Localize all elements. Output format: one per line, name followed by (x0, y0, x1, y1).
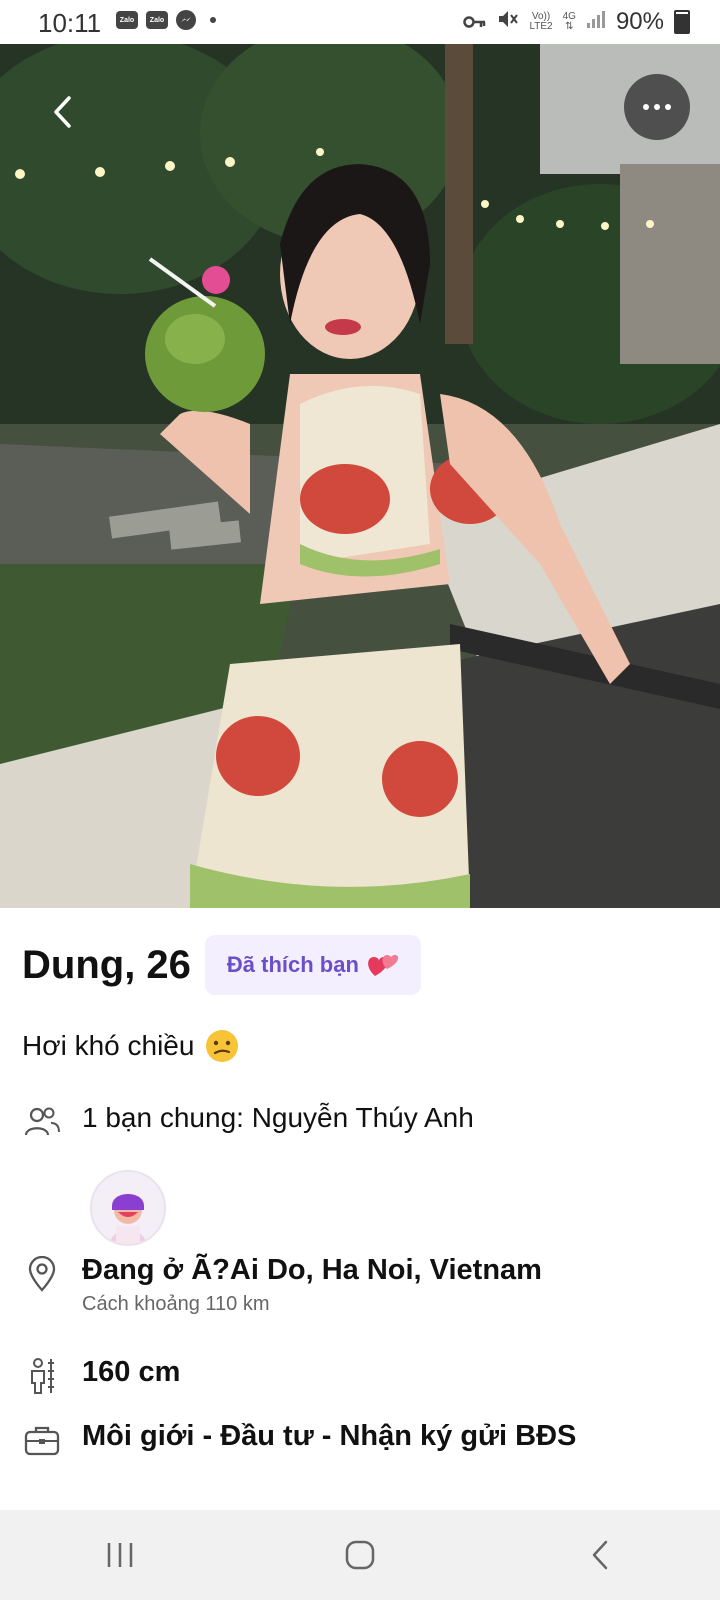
recent-apps-button[interactable] (90, 1525, 150, 1585)
status-bar: 10:11 Zalo Zalo Vo)) LTE2 4G ⇅ 90% (0, 0, 720, 44)
profile-photo[interactable] (0, 44, 720, 908)
profile-photo-illustration (0, 44, 720, 908)
more-notifications-dot-icon (210, 17, 216, 23)
hearts-icon (368, 955, 399, 976)
mutual-friend-avatar[interactable] (90, 1170, 166, 1246)
zalo-notification-icon: Zalo (146, 11, 168, 29)
back-button[interactable] (42, 92, 82, 132)
mutual-friends-row[interactable]: 1 bạn chung: Nguyễn Thúy Anh (22, 1102, 474, 1142)
vpn-key-icon (463, 8, 487, 36)
bio-text: Hơi khó chiều (22, 1030, 195, 1061)
avatar-illustration (92, 1172, 164, 1244)
name-age: Dung, 26 (22, 942, 191, 987)
name-row: Dung, 26 Đã thích bạn (22, 935, 421, 995)
more-options-button[interactable] (624, 74, 690, 140)
battery-icon (674, 10, 690, 34)
home-button[interactable] (330, 1525, 390, 1585)
briefcase-icon (22, 1420, 62, 1460)
signal-icon (586, 8, 606, 36)
notification-icons: Zalo Zalo (116, 10, 216, 30)
zalo-notification-icon: Zalo (116, 11, 138, 29)
messenger-icon (176, 10, 196, 30)
confused-face-icon (206, 1030, 239, 1062)
system-icons: Vo)) LTE2 4G ⇅ 90% (463, 8, 690, 36)
job-row: Môi giới - Đầu tư - Nhận ký gửi BĐS (22, 1420, 576, 1460)
mute-icon (497, 8, 519, 36)
distance-text: Cách khoảng 110 km (82, 1293, 270, 1315)
home-icon (345, 1540, 375, 1570)
location-pin-icon (22, 1254, 62, 1294)
more-horizontal-icon (643, 104, 649, 110)
data-arrows-icon: ⇅ (565, 21, 574, 32)
back-arrow-icon (592, 1540, 608, 1570)
bio: Hơi khó chiều (22, 1028, 240, 1064)
job-text: Môi giới - Đầu tư - Nhận ký gửi BĐS (82, 1420, 577, 1452)
location-row: Đang ở Ã?Ai Do, Ha Noi, Vietnam Cách kho… (22, 1254, 542, 1316)
height-text: 160 cm (82, 1356, 181, 1388)
system-back-button[interactable] (570, 1525, 630, 1585)
battery-percent: 90% (615, 8, 664, 35)
system-navigation-bar (0, 1510, 720, 1600)
chevron-left-icon (54, 96, 71, 128)
recent-apps-icon (107, 1543, 133, 1567)
location-text: Đang ở Ã?Ai Do, Ha Noi, Vietnam (82, 1254, 542, 1286)
mutual-friends-text: 1 bạn chung: Nguyễn Thúy Anh (82, 1102, 474, 1133)
liked-you-badge: Đã thích bạn (204, 935, 421, 995)
people-icon (22, 1102, 62, 1142)
height-icon (22, 1356, 62, 1396)
liked-badge-label: Đã thích bạn (226, 952, 359, 977)
height-row: 160 cm (22, 1356, 180, 1396)
status-time: 10:11 (38, 8, 102, 38)
volte-indicator: Vo)) LTE2 (529, 11, 553, 32)
data-type-indicator: 4G ⇅ (562, 11, 576, 32)
